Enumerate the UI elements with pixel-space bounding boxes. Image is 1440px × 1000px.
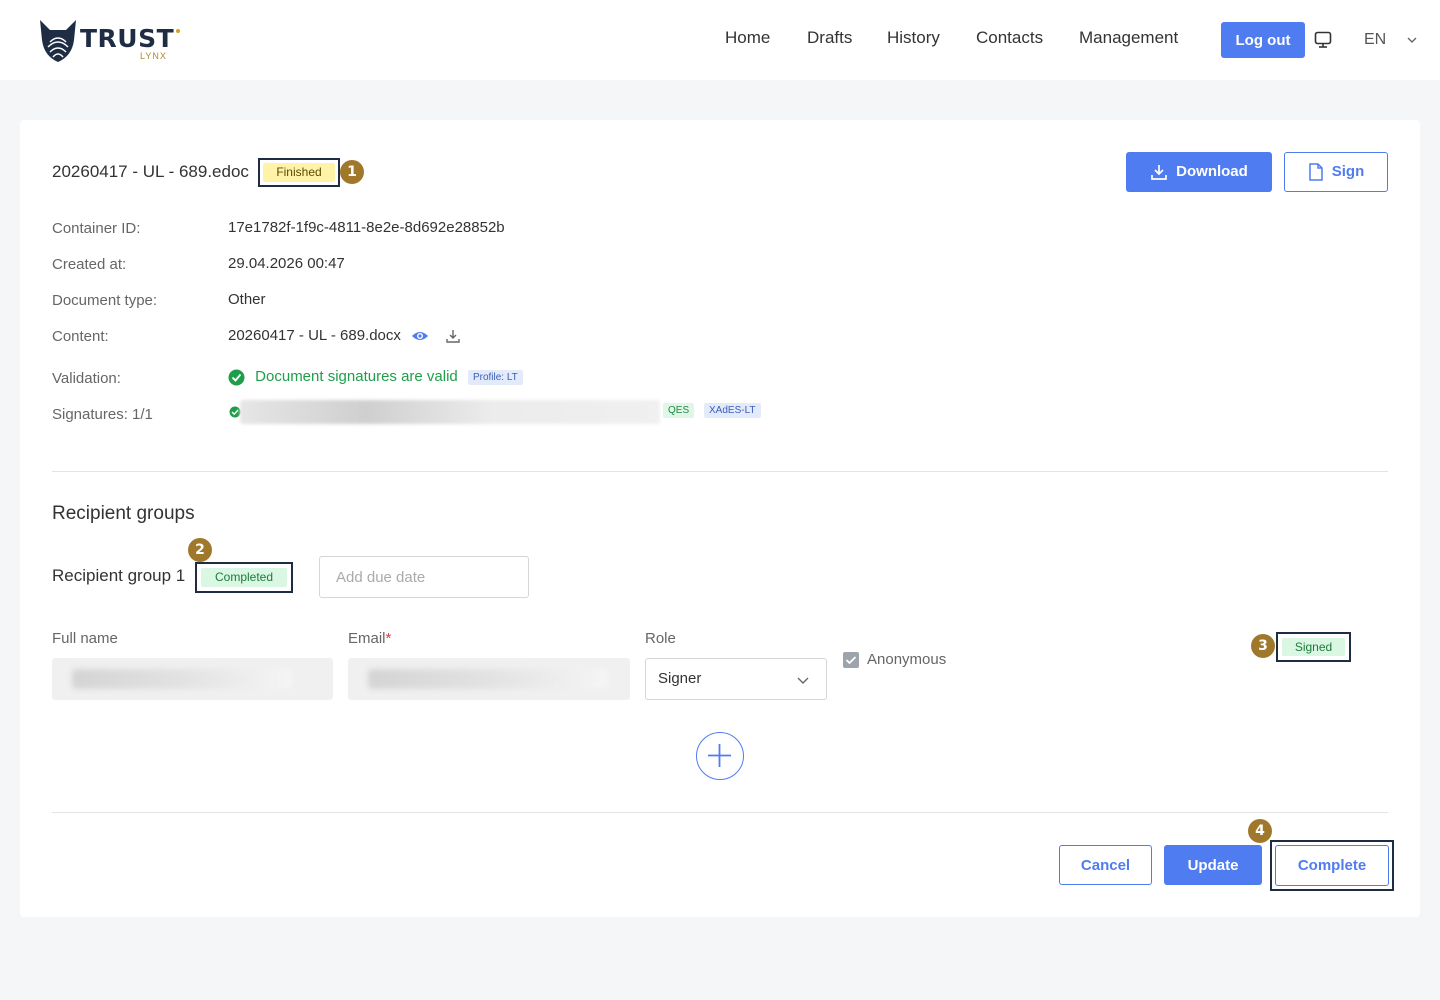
complete-button-frame: Complete (1270, 840, 1394, 891)
status-badge: Finished (263, 163, 335, 182)
complete-button[interactable]: Complete (1275, 845, 1389, 886)
update-button[interactable]: Update (1164, 845, 1262, 885)
content-filename: 20260417 - UL - 689.docx (228, 327, 401, 344)
signer-status-badge: Signed (1282, 638, 1345, 656)
annotation-marker-1: 1 (340, 160, 364, 184)
nav-home[interactable]: Home (725, 28, 770, 48)
status-badge-frame: Finished (258, 158, 340, 187)
document-card: 20260417 - UL - 689.edoc Finished 1 Down… (20, 120, 1420, 917)
top-header: TRUST LYNX Home Drafts History Contacts … (0, 0, 1440, 80)
qes-tag: QES (663, 403, 695, 418)
blurred-email (368, 669, 608, 689)
required-asterisk: * (385, 630, 392, 647)
validation-text: Document signatures are valid (255, 368, 458, 385)
chevron-down-icon (797, 677, 809, 684)
nav-contacts[interactable]: Contacts (976, 28, 1043, 48)
signer-info-blurred (240, 400, 660, 424)
logo-dot (176, 29, 180, 33)
group-status-frame: Completed (195, 562, 293, 593)
section-divider (52, 471, 1388, 472)
monitor-icon[interactable] (1313, 30, 1333, 50)
cancel-button[interactable]: Cancel (1059, 845, 1152, 885)
plus-icon (708, 744, 731, 767)
content-label: Content: (52, 328, 109, 345)
blurred-name (72, 669, 292, 689)
lynx-logo-icon (40, 20, 76, 62)
email-field[interactable] (348, 658, 630, 700)
due-date-input[interactable] (319, 556, 529, 598)
annotation-marker-3: 3 (1251, 634, 1275, 658)
nav-history[interactable]: History (887, 28, 940, 48)
sign-button[interactable]: Sign (1284, 152, 1388, 192)
container-id-value: 17e1782f-1f9c-4811-8e2e-8d692e28852b (228, 219, 505, 236)
document-icon (1309, 163, 1323, 181)
download-label: Download (1176, 162, 1248, 180)
logo-subtitle: LYNX (140, 51, 167, 61)
role-label: Role (645, 630, 676, 647)
group-status-badge: Completed (201, 568, 287, 587)
sign-label: Sign (1331, 162, 1365, 180)
document-type-label: Document type: (52, 292, 158, 309)
created-at-label: Created at: (52, 256, 127, 273)
created-at-value: 29.04.2026 00:47 (228, 255, 345, 272)
validation-value: Document signatures are valid Profile: L… (228, 368, 523, 386)
download-icon[interactable] (445, 328, 461, 344)
role-select[interactable]: Signer (645, 658, 827, 700)
role-value: Signer (658, 670, 702, 687)
email-label: Email* (348, 630, 391, 647)
footer-divider (52, 812, 1388, 813)
validation-label: Validation: (52, 370, 121, 387)
profile-tag: Profile: LT (467, 369, 523, 385)
eye-icon[interactable] (411, 329, 429, 343)
language-selector[interactable]: EN (1364, 31, 1386, 49)
nav-drafts[interactable]: Drafts (807, 28, 852, 48)
download-button[interactable]: Download (1126, 152, 1272, 192)
checkmark-icon (845, 656, 857, 665)
download-icon (1151, 165, 1168, 180)
check-circle-icon (228, 369, 245, 386)
document-title: 20260417 - UL - 689.edoc (52, 162, 249, 181)
nav-management[interactable]: Management (1079, 28, 1178, 48)
recipient-groups-title: Recipient groups (52, 503, 195, 524)
trust-lynx-logo[interactable]: TRUST LYNX (36, 16, 186, 64)
annotation-marker-2: 2 (188, 538, 212, 562)
container-id-label: Container ID: (52, 220, 141, 237)
xades-tag: XAdES-LT (704, 403, 761, 418)
signer-status-frame: Signed (1276, 632, 1351, 662)
anonymous-label: Anonymous (867, 651, 947, 668)
full-name-field[interactable] (52, 658, 333, 700)
full-name-label: Full name (52, 630, 118, 647)
recipient-group-name: Recipient group 1 (52, 566, 186, 585)
document-type-value: Other (228, 291, 266, 308)
add-recipient-button[interactable] (696, 732, 744, 780)
logo-wordmark: TRUST (80, 24, 175, 53)
logout-button[interactable]: Log out (1221, 22, 1305, 58)
email-label-text: Email (348, 630, 386, 647)
annotation-marker-4: 4 (1248, 819, 1272, 843)
signatures-label: Signatures: 1/1 (52, 406, 153, 423)
chevron-down-icon[interactable] (1406, 34, 1418, 46)
anonymous-checkbox[interactable] (843, 652, 859, 668)
content-value: 20260417 - UL - 689.docx (228, 327, 461, 344)
